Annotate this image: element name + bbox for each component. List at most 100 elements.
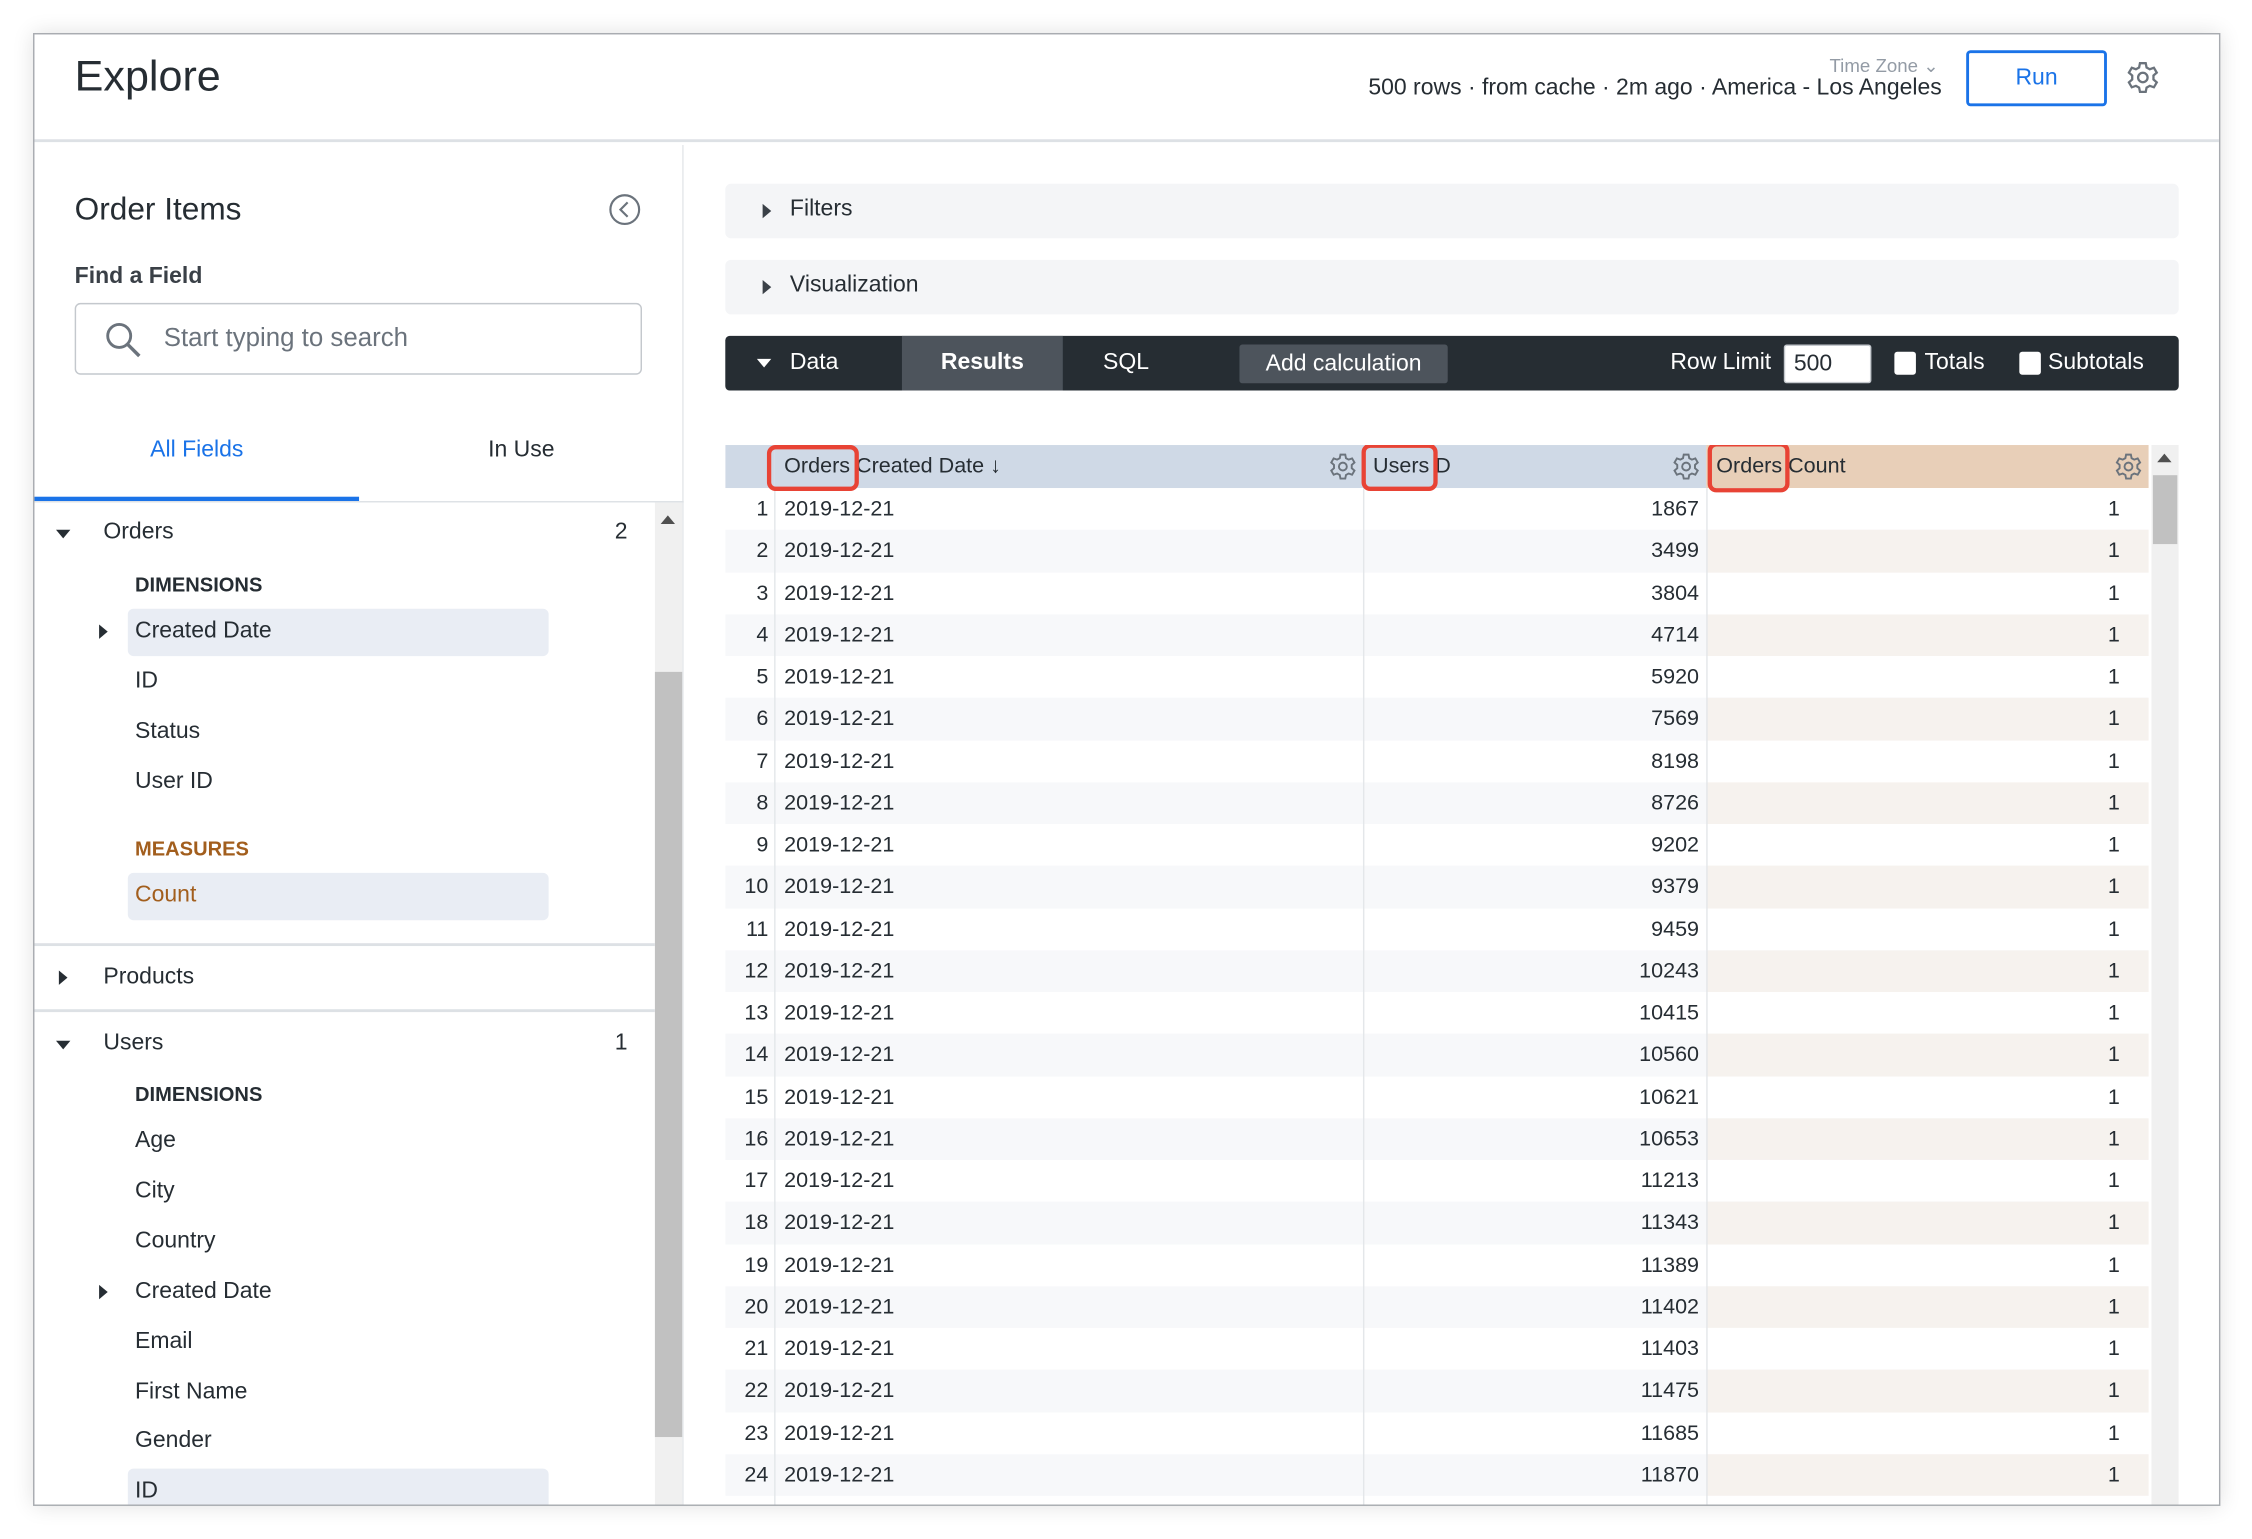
caret-right-icon[interactable] <box>58 970 68 985</box>
view-users-count: 1 <box>614 1030 628 1056</box>
table-row: 15 2019-12-21 10621 1 <box>725 1075 2149 1118</box>
cell-count: 1 <box>2107 1168 2120 1193</box>
field-status[interactable]: Status <box>135 719 200 745</box>
field-created-date[interactable]: Created Date <box>135 1279 272 1305</box>
field-city[interactable]: City <box>135 1179 175 1205</box>
row-number: 10 <box>744 874 769 900</box>
scroll-up-icon[interactable] <box>660 515 676 524</box>
visualization-section[interactable]: Visualization <box>725 259 2179 315</box>
caret-down-icon[interactable] <box>56 529 71 539</box>
caret-down-icon[interactable] <box>56 1040 71 1050</box>
gear-icon[interactable] <box>1329 452 1358 481</box>
field-gender[interactable]: Gender <box>135 1428 212 1454</box>
cell-count: 1 <box>2107 538 2120 564</box>
field-count[interactable]: Count <box>135 883 196 909</box>
gear-icon[interactable] <box>2126 60 2160 94</box>
field-first-name[interactable]: First Name <box>135 1380 247 1406</box>
filters-section[interactable]: Filters <box>725 183 2179 239</box>
add-calculation-button[interactable]: Add calculation <box>1239 344 1448 384</box>
row-number: 21 <box>744 1336 769 1361</box>
table-row: 13 2019-12-21 10415 1 <box>725 991 2149 1034</box>
table-row: 17 2019-12-21 11213 1 <box>725 1159 2149 1202</box>
sort-descending-icon: ↓ <box>990 453 1001 479</box>
caret-right-icon[interactable] <box>99 624 108 639</box>
scroll-up-icon[interactable] <box>2157 453 2172 463</box>
cell-user-id: 3499 <box>1651 538 1700 564</box>
field-tree: Orders 2 DIMENSIONS Created Date ID Stat… <box>34 502 655 1505</box>
row-number: 13 <box>744 1000 769 1026</box>
table-row: 10 2019-12-21 9379 1 <box>725 866 2149 909</box>
table-row: 6 2019-12-21 7569 1 <box>725 698 2149 741</box>
row-number: 25 <box>725 1496 768 1505</box>
cell-count: 1 <box>2107 1294 2120 1319</box>
field-created-date[interactable]: Created Date <box>135 619 272 645</box>
subtotals-checkbox[interactable] <box>2019 351 2041 375</box>
cell-count: 1 <box>2107 874 2120 900</box>
field-id[interactable]: ID <box>135 1479 158 1505</box>
table-row: 7 2019-12-21 8198 1 <box>725 740 2149 783</box>
cell-created-date: 2019-12-21 <box>784 1336 895 1361</box>
row-limit-input[interactable]: 500 <box>1783 344 1872 384</box>
row-number: 18 <box>744 1210 769 1235</box>
column-header-orders-created-date[interactable]: Orders Created Date ↓ <box>774 445 1363 489</box>
cell-user-id: 10653 <box>1639 1126 1700 1151</box>
highlight-annotation <box>1707 445 1790 493</box>
row-number: 1 <box>756 496 769 522</box>
dimensions-heading: DIMENSIONS <box>135 572 263 596</box>
cell-user-id: 10415 <box>1639 1000 1700 1026</box>
cell-created-date: 2019-12-21 <box>784 958 895 984</box>
field-age[interactable]: Age <box>135 1128 176 1154</box>
caret-down-icon[interactable] <box>756 358 772 368</box>
view-users[interactable]: Users <box>103 1031 163 1057</box>
data-section-toggle[interactable]: Data <box>790 350 839 376</box>
gear-icon[interactable] <box>2114 452 2143 481</box>
field-id[interactable]: ID <box>135 669 158 695</box>
field-user-id[interactable]: User ID <box>135 769 213 795</box>
table-scrollbar[interactable] <box>2151 445 2179 1505</box>
sidebar-scrollbar[interactable] <box>654 502 683 1505</box>
scrollbar-thumb[interactable] <box>2152 475 2178 545</box>
cell-count: 1 <box>2107 958 2120 984</box>
cell-count: 1 <box>2107 832 2120 858</box>
cell-count: 1 <box>2107 790 2120 816</box>
table-row: 5 2019-12-21 5920 1 <box>725 656 2149 699</box>
run-button[interactable]: Run <box>1966 50 2107 107</box>
field-email[interactable]: Email <box>135 1329 192 1355</box>
scrollbar-thumb[interactable] <box>654 671 683 1438</box>
caret-right-icon[interactable] <box>99 1284 108 1300</box>
time-zone-dropdown[interactable]: Time Zone ⌄ <box>1829 55 1938 78</box>
gear-icon[interactable] <box>1672 452 1701 481</box>
view-orders-count: 2 <box>614 519 628 545</box>
tab-all-fields[interactable]: All Fields <box>34 438 359 464</box>
row-number: 19 <box>744 1252 769 1277</box>
cell-user-id: 11213 <box>1640 1168 1700 1193</box>
column-divider <box>774 488 776 1505</box>
cell-count: 1 <box>2107 1336 2120 1361</box>
cell-count: 1 <box>2107 1000 2120 1026</box>
view-orders[interactable]: Orders <box>103 520 173 546</box>
cell-created-date: 2019-12-21 <box>784 1126 895 1151</box>
field-search-input[interactable]: Start typing to search <box>74 302 642 375</box>
table-row: 8 2019-12-21 8726 1 <box>725 782 2149 825</box>
collapse-sidebar-icon[interactable] <box>609 194 641 226</box>
field-country[interactable]: Country <box>135 1229 215 1255</box>
cell-user-id: 1867 <box>1651 496 1700 522</box>
visualization-label: Visualization <box>789 272 919 298</box>
totals-checkbox[interactable] <box>1894 351 1916 375</box>
cell-created-date: 2019-12-21 <box>784 1084 895 1110</box>
highlight-annotation <box>1361 445 1438 491</box>
cell-count: 1 <box>2107 748 2120 774</box>
cell-count: 1 <box>2107 1420 2120 1445</box>
cell-user-id: 8726 <box>1651 790 1700 816</box>
data-toolbar: Data Results SQL Add calculation Row Lim… <box>725 335 2179 391</box>
cell-created-date: 2019-12-21 <box>784 496 895 522</box>
tab-in-use[interactable]: In Use <box>359 438 684 464</box>
divider <box>34 943 655 947</box>
tab-results[interactable]: Results <box>901 335 1063 391</box>
cell-user-id: 10621 <box>1639 1084 1700 1110</box>
row-limit-label: Row Limit <box>1670 350 1772 375</box>
header-field-name: Created Date <box>856 453 985 479</box>
tab-sql[interactable]: SQL <box>1103 350 1149 376</box>
column-divider <box>1706 488 1708 1505</box>
view-products[interactable]: Products <box>103 965 194 991</box>
